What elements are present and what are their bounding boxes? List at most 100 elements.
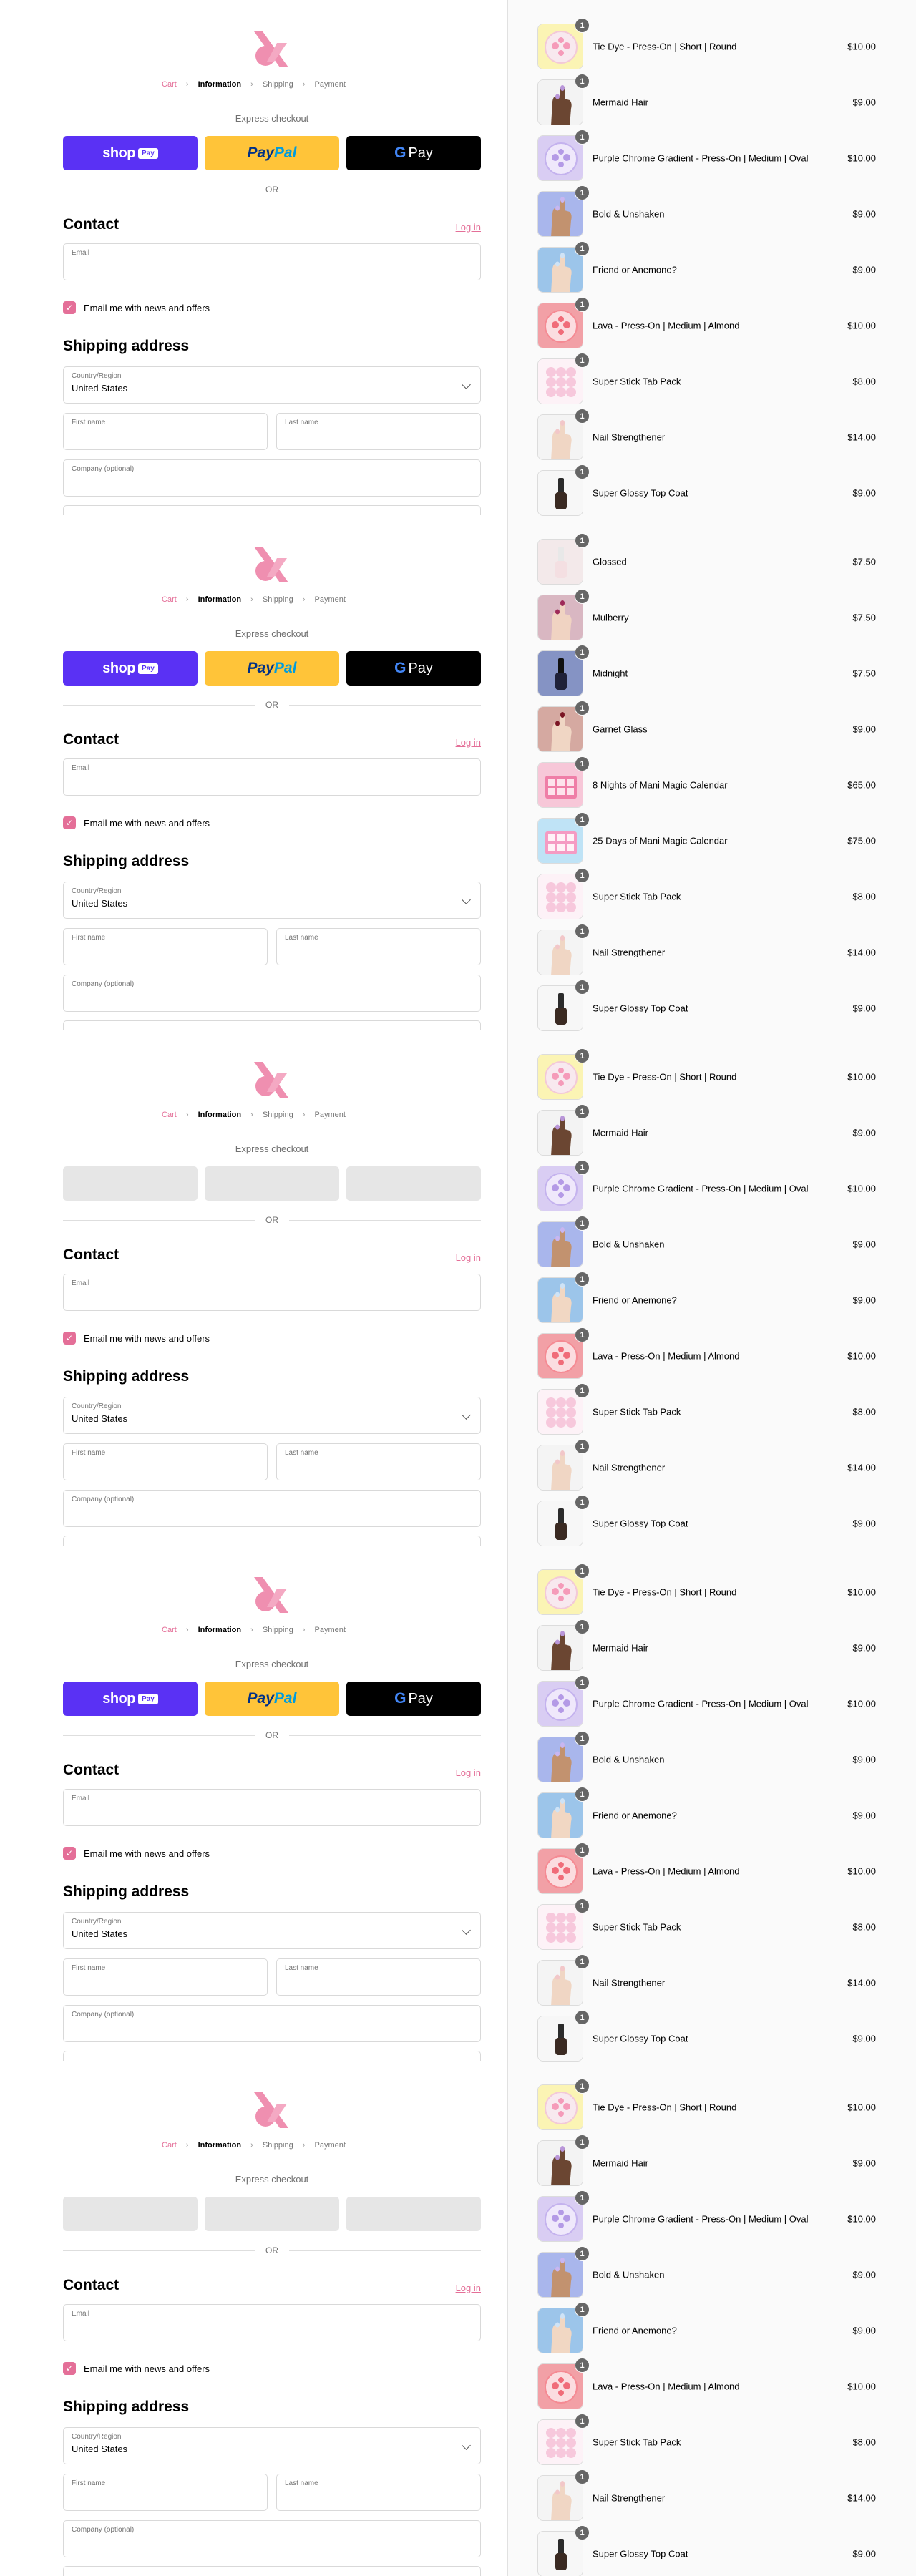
paypal-button[interactable]: PayPal [205,136,339,170]
breadcrumb-shipping: Shipping [262,1111,293,1119]
first-name-label: First name [72,1964,106,1972]
email-field[interactable]: Email [63,243,481,280]
breadcrumb-cart[interactable]: Cart [162,80,177,89]
email-field[interactable]: Email [63,1789,481,1826]
last-name-field[interactable]: Last name [276,2474,481,2511]
address-field[interactable] [63,2051,481,2061]
shop-pay-button[interactable]: shop Pay [63,651,198,686]
paypal-button[interactable]: PayPal [205,1682,339,1716]
address-field[interactable] [63,1020,481,1030]
order-line-item: 1 Mermaid Hair $9.00 [508,2131,916,2187]
breadcrumb-information: Information [198,1111,242,1119]
chevron-right-icon: › [302,595,306,604]
first-name-field[interactable]: First name [63,1958,268,1996]
company-field[interactable]: Company (optional) [63,2005,481,2042]
news-offers-option[interactable]: ✓ Email me with news and offers [63,2361,210,2376]
email-field[interactable]: Email [63,758,481,796]
chevron-right-icon: › [185,595,189,604]
check-icon[interactable]: ✓ [63,816,76,829]
order-line-item: 1 Super Glossy Top Coat $9.00 [508,2006,916,2062]
login-link[interactable]: Log in [456,1767,481,1778]
product-price: $14.00 [847,431,876,443]
breadcrumb-cart[interactable]: Cart [162,1111,177,1119]
last-name-field[interactable]: Last name [276,928,481,965]
email-field[interactable]: Email [63,1274,481,1311]
ampersand-logo-icon[interactable] [248,542,293,587]
address-field[interactable] [63,2566,481,2576]
login-link[interactable]: Log in [456,1252,481,1263]
check-icon[interactable]: ✓ [63,2362,76,2375]
news-offers-option[interactable]: ✓ Email me with news and offers [63,816,210,830]
breadcrumb-cart[interactable]: Cart [162,595,177,604]
last-name-field[interactable]: Last name [276,1958,481,1996]
paypal-button[interactable]: PayPal [205,651,339,686]
quantity-badge: 1 [575,533,590,548]
last-name-label: Last name [285,1964,318,1972]
login-link[interactable]: Log in [456,737,481,748]
google-pay-button[interactable]: G Pay [346,651,481,686]
country-value: United States [72,898,128,909]
company-field[interactable]: Company (optional) [63,975,481,1012]
check-icon[interactable]: ✓ [63,301,76,314]
first-name-field[interactable]: First name [63,1443,268,1480]
contact-heading: Contact [63,216,120,233]
address-field[interactable] [63,505,481,515]
last-name-field[interactable]: Last name [276,1443,481,1480]
quantity-badge: 1 [575,2135,590,2150]
company-field[interactable]: Company (optional) [63,2520,481,2557]
check-icon[interactable]: ✓ [63,1332,76,1345]
product-name: Mermaid Hair [593,2157,649,2169]
google-pay-button[interactable]: G Pay [346,136,481,170]
product-price: $65.00 [847,779,876,791]
address-field[interactable] [63,1536,481,1546]
news-offers-option[interactable]: ✓ Email me with news and offers [63,301,210,315]
check-icon[interactable]: ✓ [63,1847,76,1860]
ampersand-logo-icon[interactable] [248,2088,293,2132]
country-select[interactable]: Country/Region United States [63,882,481,919]
product-price: $9.00 [852,208,876,220]
checkout-panel-4: Cart › Information › Shipping › Payment … [0,1546,507,2061]
email-field[interactable]: Email [63,2304,481,2341]
company-field[interactable]: Company (optional) [63,1490,481,1527]
order-line-item: 1 Super Glossy Top Coat $9.00 [508,976,916,1032]
order-line-item: 1 Tie Dye - Press-On | Short | Round $10… [508,1560,916,1616]
breadcrumb-payment: Payment [314,1626,346,1634]
country-select[interactable]: Country/Region United States [63,366,481,404]
product-price: $8.00 [852,2436,876,2448]
login-link[interactable]: Log in [456,2283,481,2293]
product-price: $9.00 [852,1810,876,1821]
product-price: $7.50 [852,612,876,623]
country-select[interactable]: Country/Region United States [63,1397,481,1434]
order-line-item: 1 Super Stick Tab Pack $8.00 [508,1380,916,1435]
breadcrumb-cart[interactable]: Cart [162,1626,177,1634]
shop-pay-button[interactable]: shop Pay [63,136,198,170]
news-offers-option[interactable]: ✓ Email me with news and offers [63,1846,210,1860]
country-value: United States [72,2444,128,2454]
ampersand-logo-icon[interactable] [248,1573,293,1617]
company-field-label: Company (optional) [72,2526,135,2534]
google-pay-button[interactable]: G Pay [346,1682,481,1716]
first-name-field[interactable]: First name [63,413,268,450]
first-name-field[interactable]: First name [63,928,268,965]
company-field[interactable]: Company (optional) [63,459,481,497]
shop-pay-button[interactable]: shop Pay [63,1682,198,1716]
country-select[interactable]: Country/Region United States [63,2427,481,2464]
country-value: United States [72,1413,128,1424]
country-value: United States [72,1928,128,1939]
checkout-panel-3: Cart › Information › Shipping › Payment … [0,1030,507,1546]
chevron-down-icon [462,380,471,389]
country-select[interactable]: Country/Region United States [63,1912,481,1949]
login-link[interactable]: Log in [456,222,481,233]
product-name: Bold & Unshaken [593,1239,665,1250]
breadcrumb-cart[interactable]: Cart [162,2141,177,2150]
ampersand-logo-icon[interactable] [248,27,293,72]
product-price: $8.00 [852,376,876,387]
news-offers-option[interactable]: ✓ Email me with news and offers [63,1331,210,1345]
product-price: $14.00 [847,1977,876,1989]
ampersand-logo-icon[interactable] [248,1058,293,1102]
product-price: $8.00 [852,1921,876,1933]
last-name-field[interactable]: Last name [276,413,481,450]
first-name-field[interactable]: First name [63,2474,268,2511]
product-name: Lava - Press-On | Medium | Almond [593,320,740,331]
breadcrumb: Cart › Information › Shipping › Payment [0,80,507,89]
